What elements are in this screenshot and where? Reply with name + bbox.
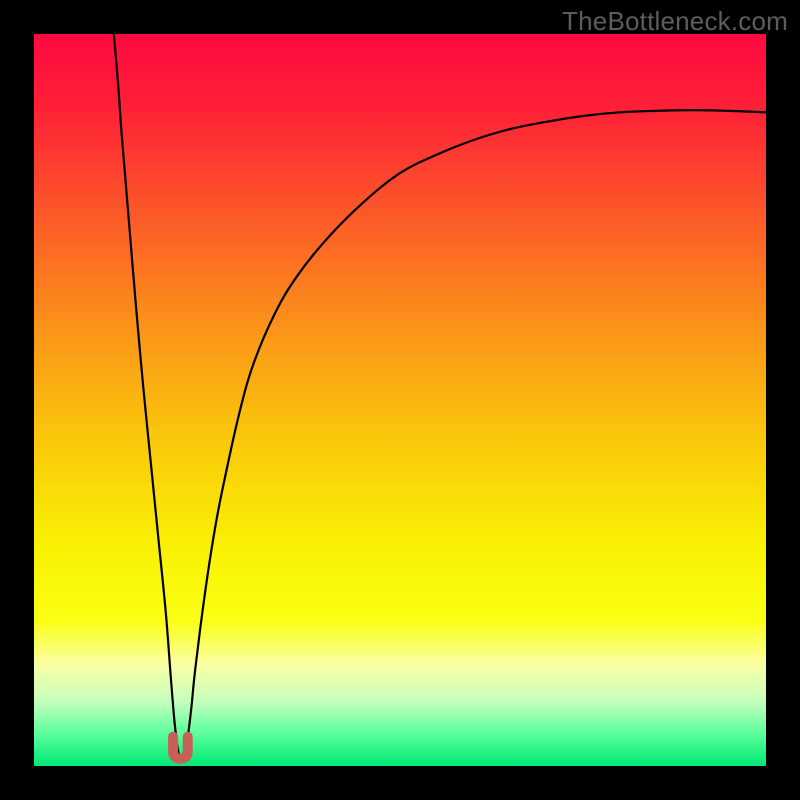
watermark-text: TheBottleneck.com [562, 6, 788, 37]
bottleneck-chart [34, 34, 766, 766]
plot-area [34, 34, 766, 766]
chart-frame: TheBottleneck.com [0, 0, 800, 800]
